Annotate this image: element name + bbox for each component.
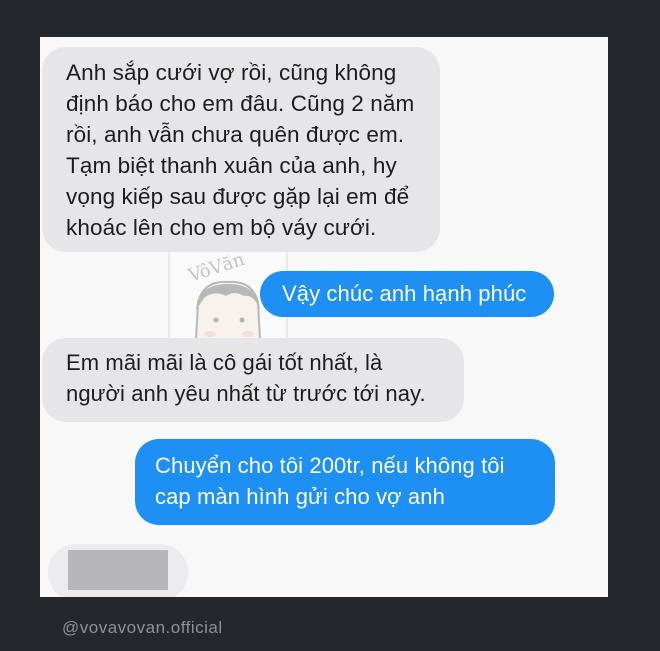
source-credit: @vovavovan.official <box>62 618 223 637</box>
incoming-message-1[interactable]: Anh sắp cưới vợ rồi, cũng không định báo… <box>42 47 440 252</box>
chat-screenshot: VôVăn Anh sắp cưới vợ rồi, cũng không đị… <box>40 37 608 597</box>
redaction-block <box>68 550 168 590</box>
incoming-message-2[interactable]: Em mãi mãi là cô gái tốt nhất, là người … <box>42 338 464 422</box>
outgoing-message-2[interactable]: Chuyển cho tôi 200tr, nếu không tôi cap … <box>135 439 555 525</box>
outgoing-message-1[interactable]: Vậy chúc anh hạnh phúc <box>260 271 554 317</box>
